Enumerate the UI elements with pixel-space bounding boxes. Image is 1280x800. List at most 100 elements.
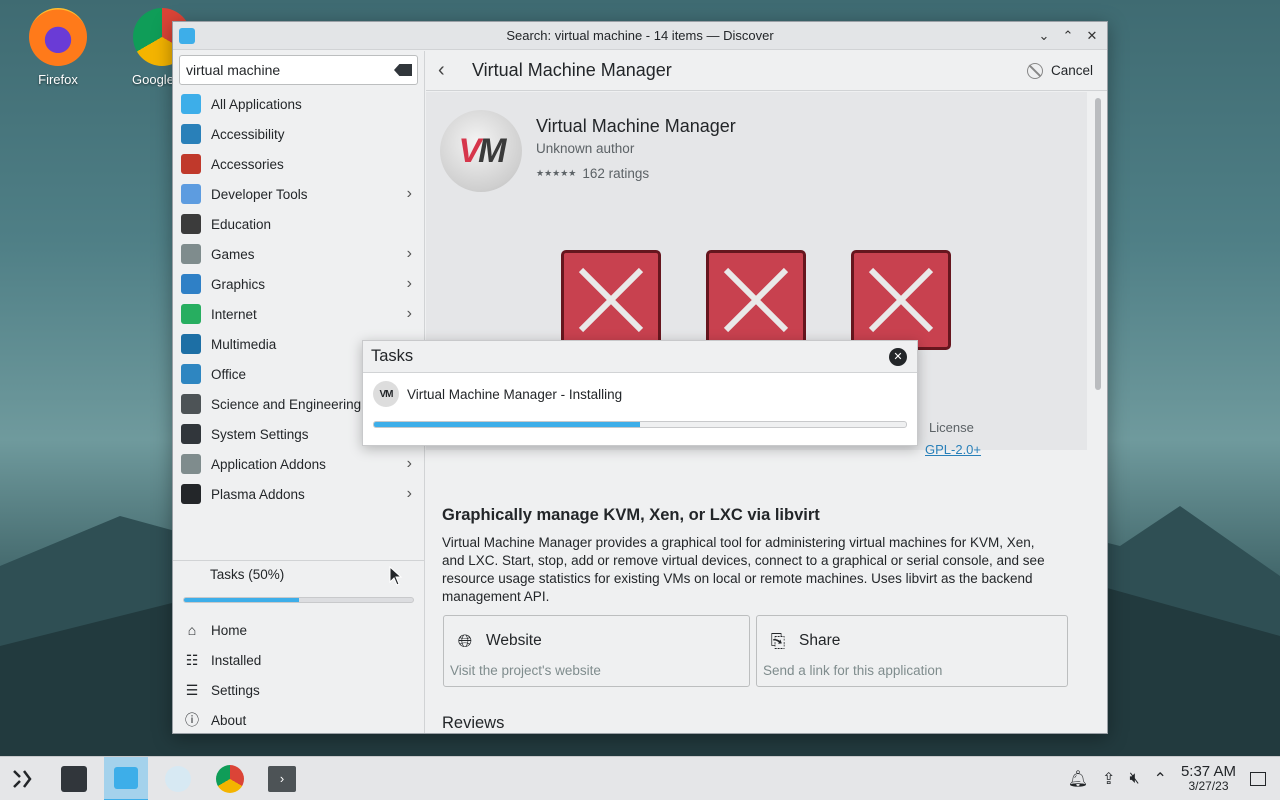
desktop-icon-firefox[interactable]: Firefox [18, 8, 98, 87]
discover-app-icon [179, 27, 195, 44]
home-icon: ⌂ [187, 622, 197, 638]
sidebar-category-item[interactable]: Education [173, 209, 424, 239]
tasks-label: Tasks (50%) [210, 567, 285, 582]
category-label: Internet [211, 306, 257, 322]
license-label: License [929, 420, 974, 435]
logo-letter-v: V [458, 131, 481, 170]
screenshot-broken-icon[interactable] [851, 250, 951, 350]
show-desktop-icon[interactable] [1250, 771, 1266, 786]
screenshot-broken-icon[interactable] [561, 250, 661, 350]
launcher-icon [13, 769, 32, 788]
sidebar-category-item[interactable]: Application Addons › [173, 449, 424, 479]
close-popup-icon[interactable]: ✕ [889, 347, 907, 366]
task-item-label: Virtual Machine Manager - Installing [407, 386, 623, 402]
sidebar-category-item[interactable]: All Applications [173, 89, 424, 119]
cancel-button[interactable]: Cancel [1026, 62, 1093, 79]
taskbar-steam[interactable] [156, 757, 200, 800]
taskbar-settings[interactable] [52, 757, 96, 800]
sidebar-category-item[interactable]: Plasma Addons › [173, 479, 424, 509]
sidebar-category-item[interactable]: Accessories [173, 149, 424, 179]
app-launcher-button[interactable] [0, 757, 44, 800]
tasks-progress-bar [183, 597, 414, 603]
category-icon [181, 244, 201, 264]
system-tray: 🔔︎ ⇪ 🔇︎ ⌃ 5:37 AM 3/27/23 [1068, 762, 1266, 793]
settings-app-icon [61, 765, 87, 792]
share-title: Share [799, 632, 841, 649]
clock[interactable]: 5:37 AM 3/27/23 [1180, 762, 1236, 793]
tasks-popup-title: Tasks [371, 347, 414, 365]
nav-item[interactable]: ☰ Settings [173, 675, 424, 705]
scrollbar-thumb[interactable] [1095, 98, 1101, 390]
clock-date: 3/27/23 [1188, 778, 1229, 793]
volume-muted-icon[interactable]: 🔇︎ [1129, 770, 1139, 788]
website-button[interactable]: 🌐︎ Website Visit the project's website [443, 615, 750, 687]
screenshot-broken-icon[interactable] [706, 250, 806, 350]
nav-label: About [211, 712, 247, 728]
chevron-right-icon: › [406, 185, 412, 202]
search-value: virtual machine [186, 62, 281, 78]
category-label: Multimedia [211, 336, 277, 352]
category-icon [181, 304, 201, 324]
close-button[interactable]: ✕ [1083, 27, 1101, 45]
logo-letter-m: M [478, 131, 506, 170]
sidebar-category-item[interactable]: Internet › [173, 299, 424, 329]
sidebar-category-item[interactable]: Developer Tools › [173, 179, 424, 209]
taskbar: › 🔔︎ ⇪ 🔇︎ ⌃ 5:37 AM 3/27/23 [0, 756, 1280, 800]
category-icon [181, 274, 201, 294]
taskbar-terminal[interactable]: › [260, 757, 304, 800]
cancel-label: Cancel [1050, 63, 1093, 78]
description-title: Graphically manage KVM, Xen, or LXC via … [442, 506, 820, 524]
category-icon [181, 454, 201, 474]
task-item: VM Virtual Machine Manager - Installing [363, 373, 917, 407]
back-arrow-icon[interactable]: ‹ [438, 59, 458, 82]
list-icon: ☷ [185, 651, 199, 668]
category-label: Developer Tools [211, 186, 308, 202]
sidebar-category-item[interactable]: Games › [173, 239, 424, 269]
description-text: Virtual Machine Manager provides a graph… [442, 535, 1045, 604]
share-icon: ⎘ [770, 630, 786, 651]
scrollbar[interactable] [1087, 92, 1107, 733]
ratings-count: 162 ratings [582, 166, 650, 181]
tasks-popup: Tasks ✕ VM Virtual Machine Manager - Ins… [362, 340, 918, 446]
search-input[interactable]: virtual machine [179, 55, 418, 85]
category-label: Plasma Addons [211, 486, 305, 502]
task-progress-fill [374, 422, 640, 427]
license-link[interactable]: GPL-2.0+ [925, 442, 981, 457]
taskbar-chrome[interactable] [208, 757, 252, 800]
nav-item[interactable]: ⌂ Home [173, 615, 424, 645]
category-label: Application Addons [211, 456, 326, 472]
category-icon [181, 214, 201, 234]
maximize-button[interactable]: ⌃ [1059, 27, 1077, 45]
firefox-icon [29, 8, 87, 66]
share-button[interactable]: ⎘ Share Send a link for this application [756, 615, 1068, 687]
nav-item[interactable]: ☷ Installed [173, 645, 424, 675]
category-icon [181, 364, 201, 384]
category-label: Graphics [211, 276, 266, 292]
chevron-right-icon: › [406, 455, 412, 472]
vm-task-icon: VM [373, 381, 399, 407]
taskbar-discover[interactable] [104, 756, 148, 800]
category-label: Accessories [211, 156, 284, 172]
nav-label: Settings [211, 682, 260, 698]
info-icon: ⓘ [185, 712, 199, 728]
category-icon [181, 124, 201, 144]
sidebar-category-item[interactable]: Graphics › [173, 269, 424, 299]
nav-item[interactable]: ⓘ About [173, 705, 424, 733]
chevron-up-icon[interactable]: ⌃ [1154, 769, 1167, 789]
website-subtitle: Visit the project's website [450, 663, 601, 678]
app-rating[interactable]: ★★★★★ 162 ratings [536, 166, 649, 181]
globe-icon: 🌐︎ [457, 630, 473, 651]
minimize-button[interactable]: ⌄ [1035, 27, 1053, 45]
tasks-progress-fill [184, 598, 299, 602]
chevron-right-icon: › [406, 275, 412, 292]
updates-icon[interactable]: ⇪ [1102, 769, 1115, 789]
vm-app-icon: VM [440, 110, 522, 192]
clock-time: 5:37 AM [1180, 762, 1236, 780]
rating-stars: ★★★★★ [536, 168, 577, 178]
notifications-icon[interactable]: 🔔︎ [1068, 769, 1088, 789]
titlebar[interactable]: Search: virtual machine - 14 items — Dis… [173, 22, 1107, 50]
sidebar-category-item[interactable]: Accessibility [173, 119, 424, 149]
category-icon [181, 94, 201, 114]
clear-search-icon[interactable] [394, 64, 412, 76]
tasks-progress-section[interactable]: Tasks (50%) [173, 560, 424, 603]
